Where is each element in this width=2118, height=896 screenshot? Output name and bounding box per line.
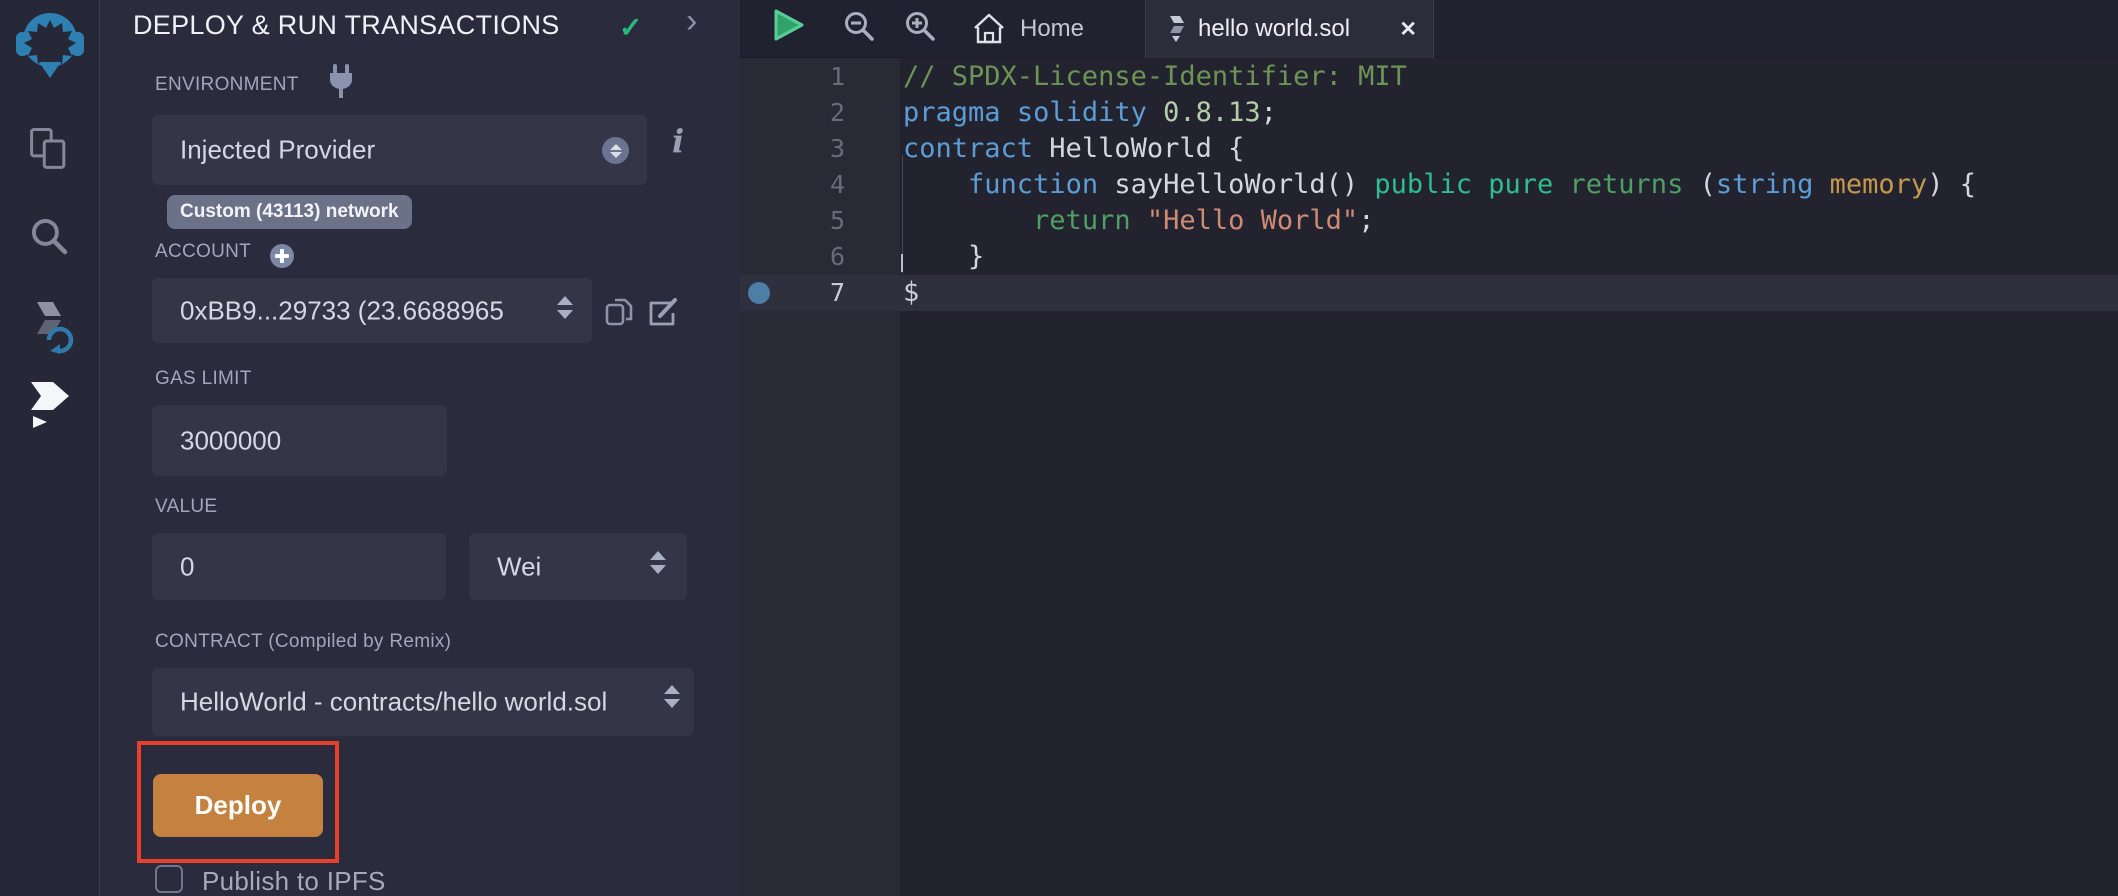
environment-info-icon[interactable]: i [672,122,684,160]
environment-label: ENVIRONMENT [155,74,299,96]
gas-limit-value: 3000000 [180,425,281,456]
home-icon [970,10,1008,48]
line-number: 7 [740,275,845,311]
code-line[interactable]: } [903,239,984,275]
contract-spinner-icon[interactable] [664,685,680,708]
tab-label: hello world.sol [1198,15,1350,43]
search-icon[interactable] [0,214,100,260]
value-input[interactable]: 0 [152,533,446,600]
value-label: VALUE [155,496,217,518]
code-line[interactable]: $ [903,275,919,311]
tab-hello-world-sol[interactable]: hello world.sol ✕ [1145,0,1434,58]
code-line[interactable]: pragma solidity 0.8.13; [903,95,1277,131]
run-script-icon[interactable] [773,8,805,42]
value-amount: 0 [180,551,194,582]
line-number: 2 [740,95,845,131]
copy-account-icon[interactable] [604,297,634,327]
panel-title: DEPLOY & RUN TRANSACTIONS [133,10,560,41]
publish-ipfs-label[interactable]: Publish to IPFS [202,866,386,896]
remix-ide-window: DEPLOY & RUN TRANSACTIONS ✓ › ENVIRONMEN… [0,0,2118,896]
gas-limit-input[interactable]: 3000000 [152,405,447,476]
contract-value: HelloWorld - contracts/hello world.sol [180,687,607,718]
file-explorer-icon[interactable] [0,126,100,172]
account-value: 0xBB9...29733 (23.6688965 [180,295,504,326]
line-number: 5 [740,203,845,239]
gas-limit-label: GAS LIMIT [155,368,252,390]
environment-dropdown-icon[interactable] [602,137,629,164]
code-line[interactable]: return "Hello World"; [903,203,1374,239]
code-editor: 1234567 // SPDX-License-Identifier: MITp… [740,0,2118,896]
tab-close-icon[interactable]: ✕ [1399,17,1417,42]
environment-select[interactable]: Injected Provider [152,115,647,185]
zoom-out-icon[interactable] [842,9,876,43]
add-account-icon[interactable] [269,243,295,269]
code-line[interactable]: function sayHelloWorld() public pure ret… [903,167,1976,203]
deploy-run-icon[interactable] [0,376,100,428]
value-unit: Wei [497,551,541,582]
contract-select[interactable]: HelloWorld - contracts/hello world.sol [152,668,694,736]
remix-logo[interactable] [0,8,100,80]
account-select[interactable]: 0xBB9...29733 (23.6688965 [152,278,592,343]
contract-sublabel: (Compiled by Remix) [268,631,451,652]
tab-home[interactable]: Home [970,0,1084,58]
code-line[interactable]: contract HelloWorld { [903,131,1244,167]
environment-value: Injected Provider [180,135,375,166]
publish-ipfs-checkbox[interactable] [155,865,183,893]
collapse-chevron-icon[interactable]: › [686,2,697,41]
code-line[interactable]: // SPDX-License-Identifier: MIT [903,59,1407,95]
contract-label: CONTRACT (Compiled by Remix) [155,631,451,653]
account-spinner-icon[interactable] [557,296,573,319]
deploy-button[interactable]: Deploy [153,774,323,837]
deploy-run-panel: DEPLOY & RUN TRANSACTIONS ✓ › ENVIRONMEN… [100,0,740,896]
editor-tab-bar: Home hello world.sol ✕ [740,0,2118,58]
sign-message-icon[interactable] [647,297,679,327]
line-number: 6 [740,239,845,275]
line-number: 4 [740,167,845,203]
unit-spinner-icon[interactable] [650,551,666,574]
zoom-in-icon[interactable] [903,9,937,43]
line-number: 3 [740,131,845,167]
network-badge: Custom (43113) network [167,195,412,229]
current-line-highlight [740,275,2118,311]
line-number: 1 [740,59,845,95]
account-label: ACCOUNT [155,241,251,263]
solidity-compiler-icon[interactable] [0,296,100,358]
compile-check-icon: ✓ [619,11,642,44]
solidity-file-icon [1164,14,1188,44]
icon-panel [0,0,100,896]
tab-home-label: Home [1020,15,1084,43]
plug-icon [327,64,355,100]
